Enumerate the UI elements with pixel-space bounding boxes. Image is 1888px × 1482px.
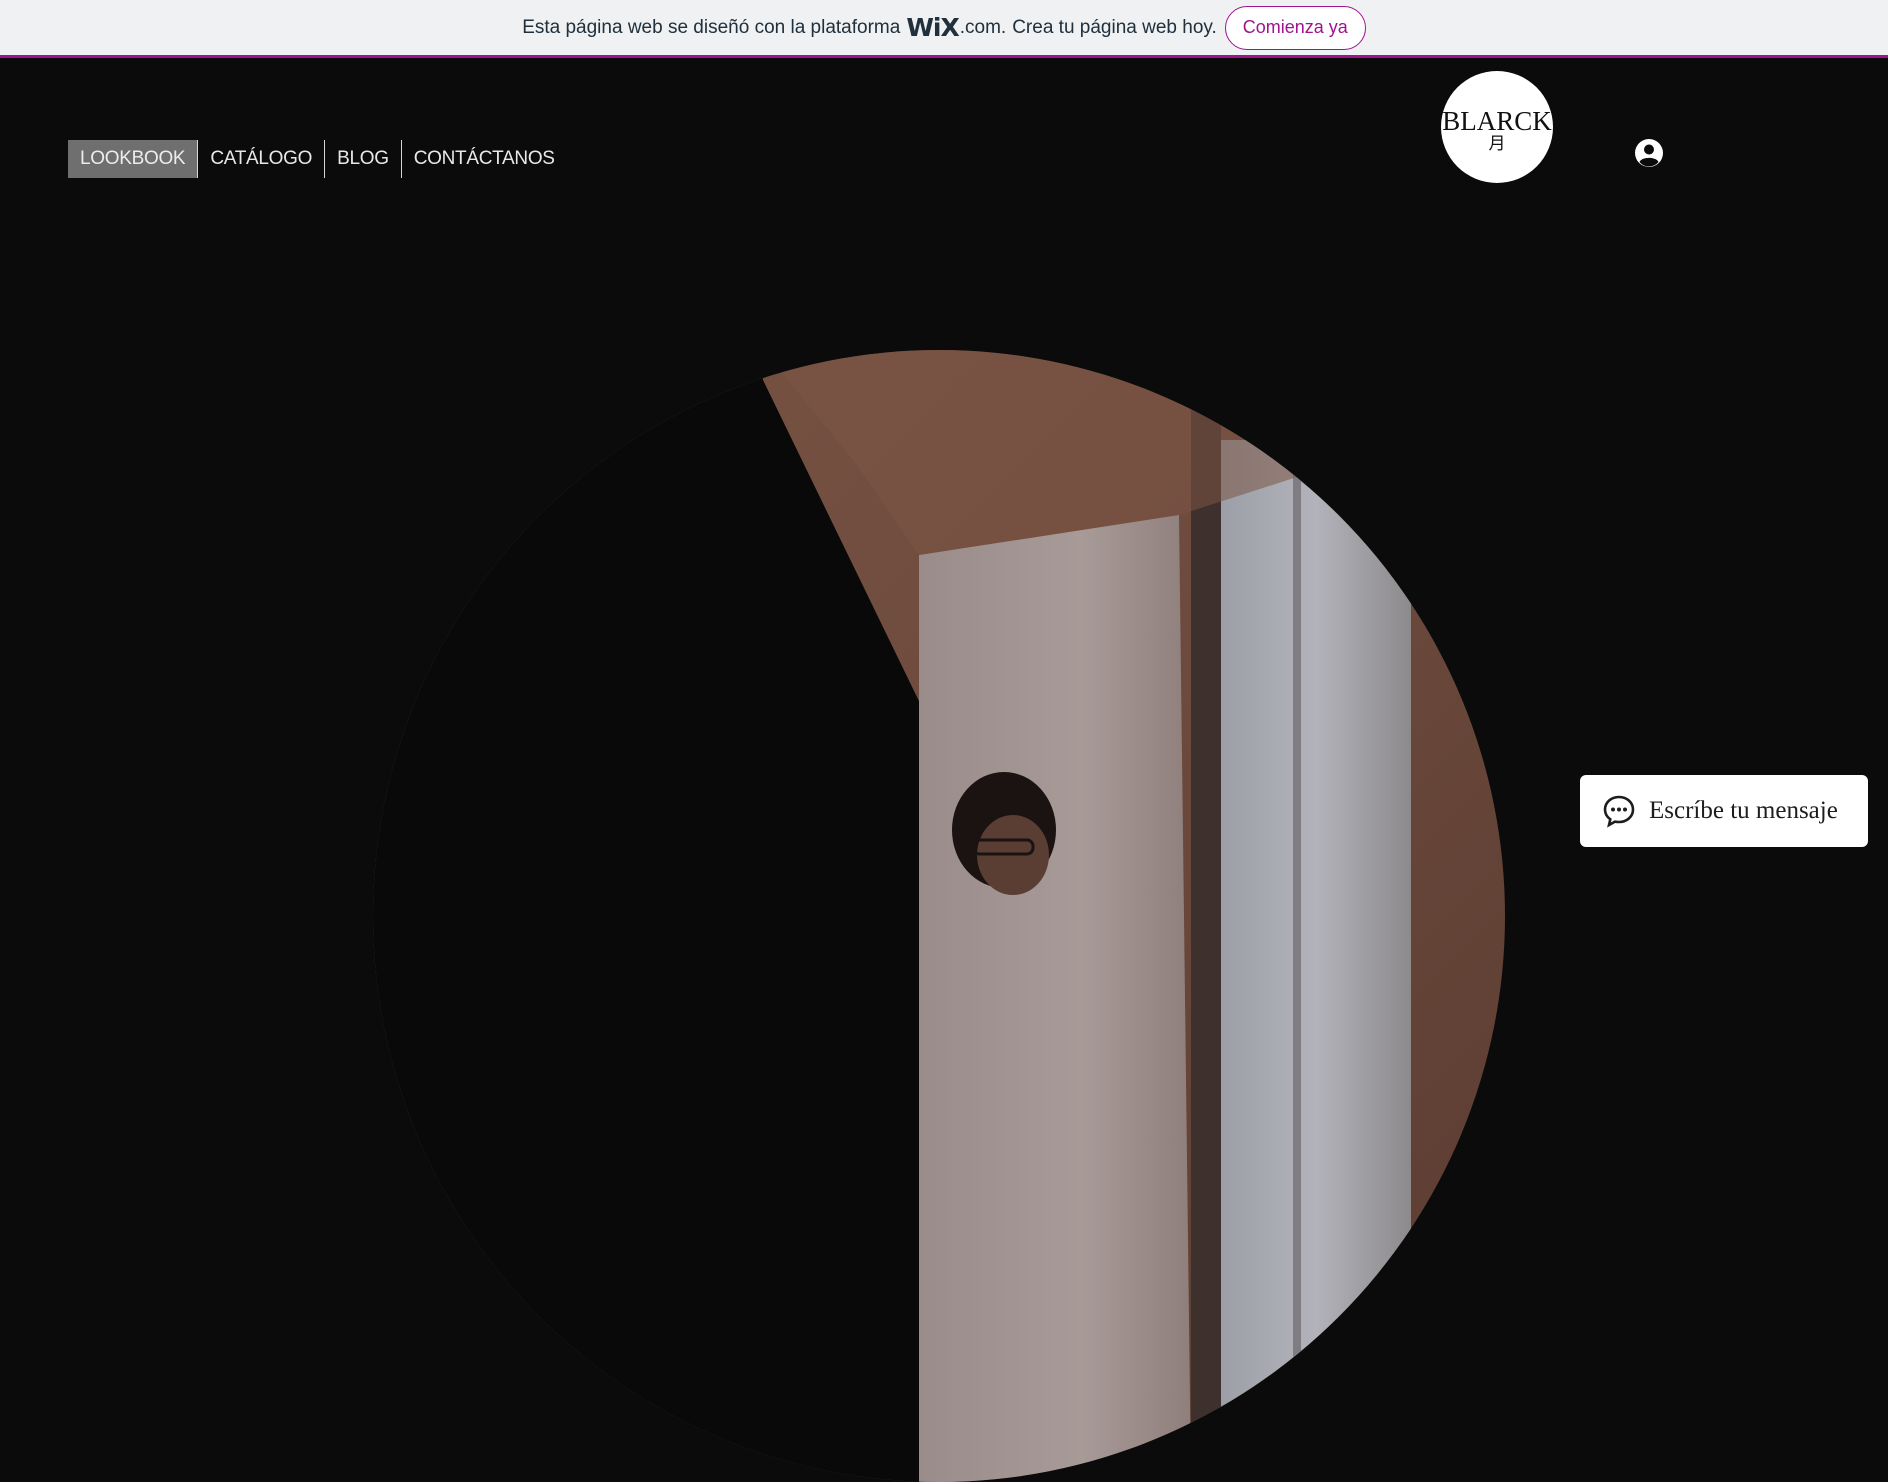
brand-name: BLARCK <box>1442 106 1552 136</box>
chat-bubble-icon <box>1603 795 1635 828</box>
chat-label: Escríbe tu mensaje <box>1649 797 1838 824</box>
hero-photo-image <box>373 350 1505 1482</box>
wix-logo: WiX <box>906 13 959 42</box>
nav-item-contactanos[interactable]: CONTÁCTANOS <box>402 140 567 178</box>
brand-logo[interactable]: BLARCK 月 <box>1441 71 1553 183</box>
hero-photo <box>373 350 1505 1482</box>
chat-widget[interactable]: Escríbe tu mensaje <box>1580 775 1868 847</box>
nav-item-catalogo[interactable]: CATÁLOGO <box>198 140 326 178</box>
nav-item-lookbook[interactable]: LOOKBOOK <box>68 140 199 178</box>
banner-text-before: Esta página web se diseñó con la platafo… <box>522 16 901 38</box>
site-header: LOOKBOOK CATÁLOGO BLOG CONTÁCTANOS BLARC… <box>0 61 1888 211</box>
wix-promo-banner: Esta página web se diseñó con la platafo… <box>0 0 1888 58</box>
brand-glyph: 月 <box>1488 134 1506 154</box>
nav-item-blog[interactable]: BLOG <box>325 140 402 178</box>
start-now-button[interactable]: Comienza ya <box>1224 5 1366 50</box>
main-nav: LOOKBOOK CATÁLOGO BLOG CONTÁCTANOS <box>68 140 567 178</box>
wix-domain: .com. <box>959 16 1007 38</box>
banner-text-after: Crea tu página web hoy. <box>1012 16 1217 38</box>
wix-banner-text: Esta página web se diseñó con la platafo… <box>522 13 1217 42</box>
account-icon[interactable] <box>1634 138 1664 168</box>
